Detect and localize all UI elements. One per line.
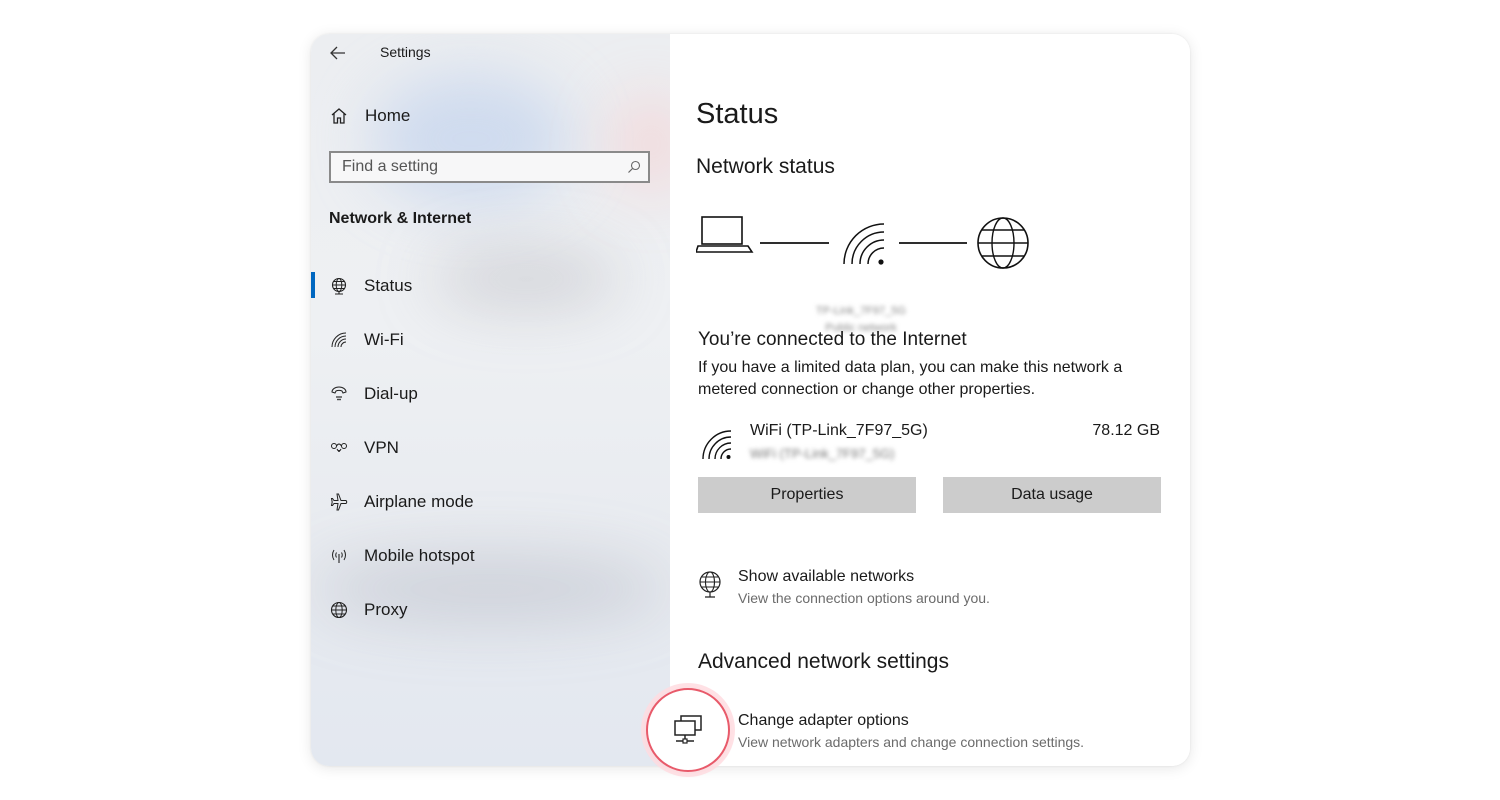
sidebar-item-label: Status xyxy=(364,276,413,295)
show-available-networks-link[interactable]: Show available networks View the connect… xyxy=(696,568,1096,612)
connected-description: If you have a limited data plan, you can… xyxy=(698,359,1123,398)
network-globe-icon xyxy=(696,570,726,600)
sidebar-item-hotspot[interactable]: Mobile hotspot xyxy=(311,537,670,575)
wifi-icon xyxy=(328,329,350,351)
home-icon xyxy=(329,106,349,126)
change-adapter-options-link[interactable]: Change adapter options View network adap… xyxy=(696,712,1156,756)
globe-icon xyxy=(977,217,1029,269)
sidebar-item-dialup[interactable]: Dial-up xyxy=(311,375,670,413)
main-content: Status Network status TP-Link_7F97_5G Pu… xyxy=(670,34,1190,766)
data-usage-button[interactable]: Data usage xyxy=(943,477,1161,513)
search-input[interactable] xyxy=(331,157,620,177)
titlebar: Settings xyxy=(311,34,670,70)
adapter-subtitle: View network adapters and change connect… xyxy=(738,734,1085,750)
sidebar-item-proxy[interactable]: Proxy xyxy=(311,591,670,629)
connected-title: You’re connected to the Internet xyxy=(698,329,967,350)
section-title: Network & Internet xyxy=(329,210,472,227)
hotspot-icon xyxy=(328,545,350,567)
app-title: Settings xyxy=(380,44,431,60)
properties-button[interactable]: Properties xyxy=(698,477,916,513)
sidebar-item-label: Proxy xyxy=(364,600,408,619)
sidebar-item-wifi[interactable]: Wi-Fi xyxy=(311,321,670,359)
dialup-icon xyxy=(328,383,350,405)
search-icon[interactable] xyxy=(620,160,648,174)
network-adapter-icon[interactable] xyxy=(646,688,730,772)
wifi-icon xyxy=(702,430,732,465)
diagram-network-name: TP-Link_7F97_5G xyxy=(816,305,906,317)
sidebar-item-status[interactable]: Status xyxy=(311,267,670,305)
search-box[interactable] xyxy=(329,151,650,183)
back-arrow-icon[interactable] xyxy=(327,42,349,64)
sidebar: Settings Home Network & Internet Status xyxy=(311,34,670,766)
home-nav-item[interactable]: Home xyxy=(329,100,410,132)
network-diagram: TP-Link_7F97_5G Public network xyxy=(696,214,1036,334)
globe-status-icon xyxy=(328,275,350,297)
globe-icon xyxy=(328,599,350,621)
sidebar-item-label: Airplane mode xyxy=(364,492,474,511)
show-networks-title: Show available networks xyxy=(738,568,915,585)
sidebar-item-label: Dial-up xyxy=(364,384,418,403)
home-label: Home xyxy=(365,106,411,125)
connection-row: WiFi (TP-Link_7F97_5G) WiFi (TP-Link_7F9… xyxy=(698,418,1162,468)
network-status-title: Network status xyxy=(696,155,835,178)
show-networks-subtitle: View the connection options around you. xyxy=(738,590,990,606)
selected-indicator xyxy=(311,272,315,298)
vpn-icon xyxy=(328,437,350,459)
airplane-icon xyxy=(328,491,350,513)
sidebar-item-vpn[interactable]: VPN xyxy=(311,429,670,467)
settings-window: Settings Home Network & Internet Status xyxy=(311,34,1190,766)
adapter-title: Change adapter options xyxy=(738,712,909,729)
connection-name: WiFi (TP-Link_7F97_5G) xyxy=(750,422,928,439)
wifi-icon xyxy=(843,223,885,265)
sidebar-item-airplane[interactable]: Airplane mode xyxy=(311,483,670,521)
advanced-settings-title: Advanced network settings xyxy=(698,650,949,673)
data-usage-value: 78.12 GB xyxy=(1092,422,1160,439)
page-title: Status xyxy=(696,98,779,130)
sidebar-item-label: Wi-Fi xyxy=(364,330,404,349)
connection-subtitle: WiFi (TP-Link_7F97_5G) xyxy=(750,446,895,461)
sidebar-item-label: Mobile hotspot xyxy=(364,546,475,565)
laptop-icon xyxy=(696,216,754,253)
sidebar-item-label: VPN xyxy=(364,438,399,457)
